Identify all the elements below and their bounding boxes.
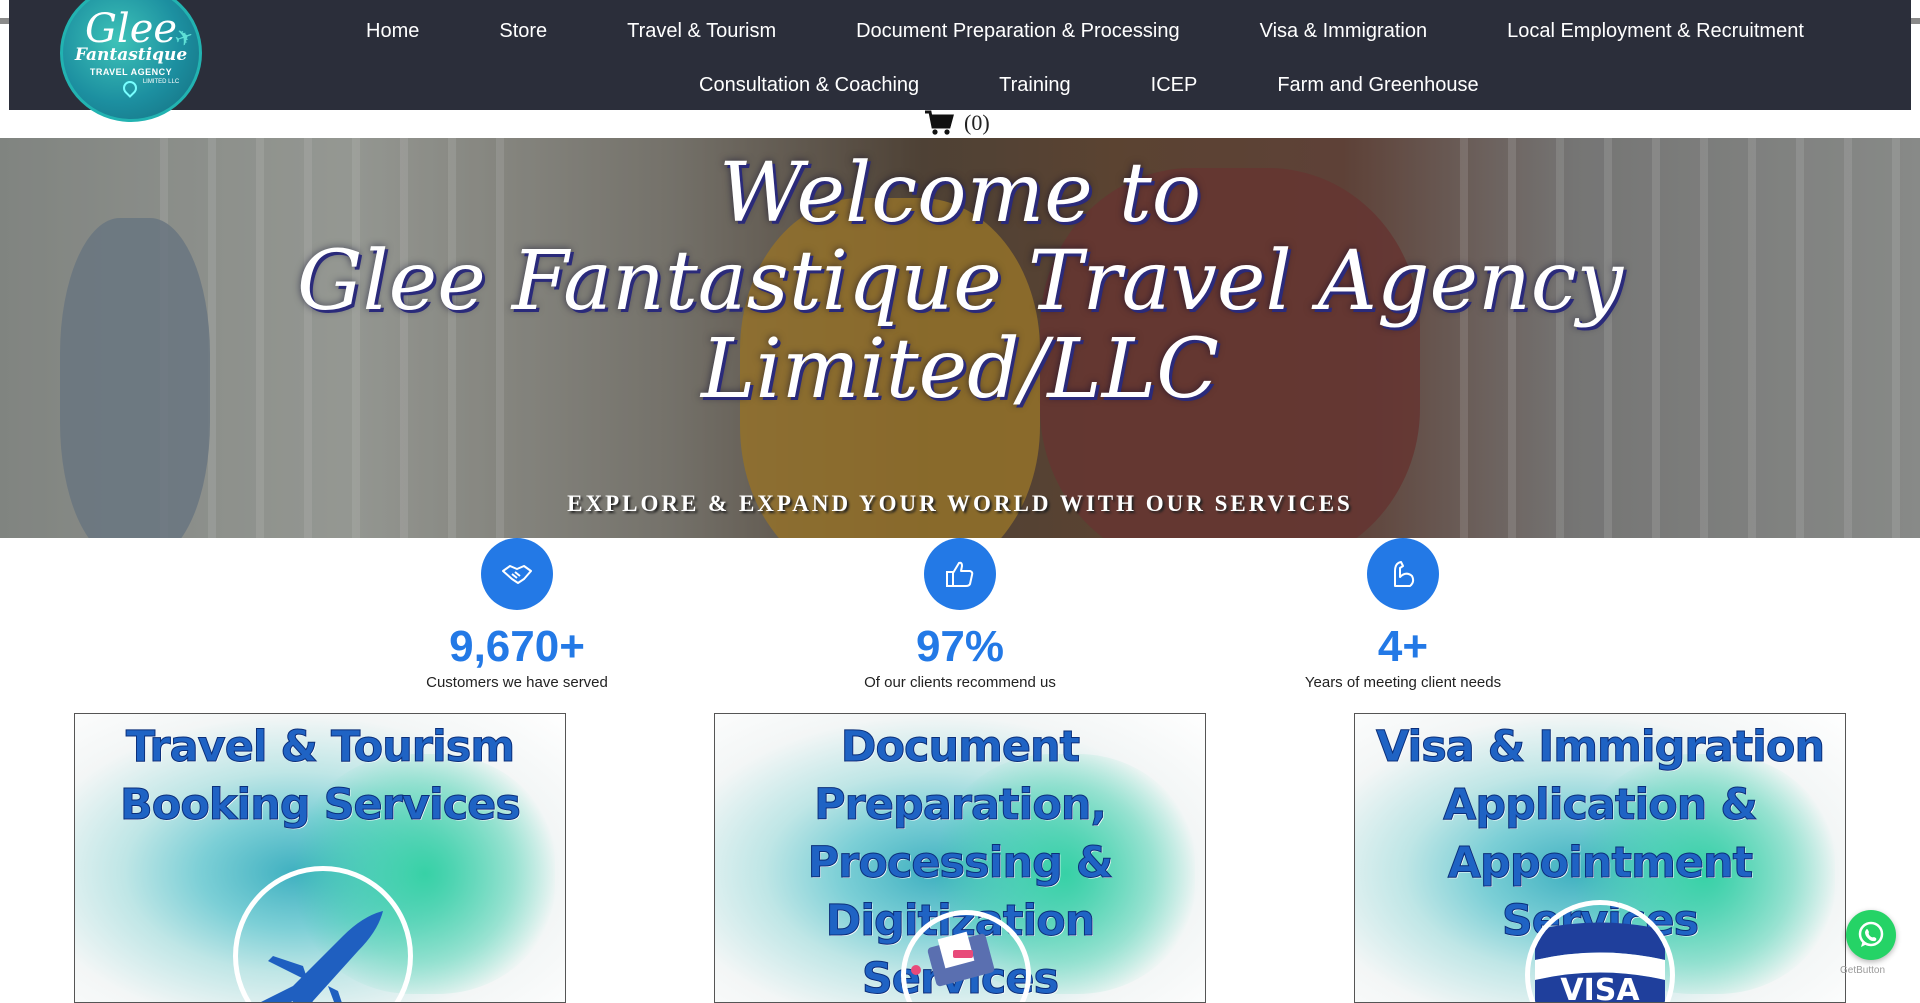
card-title-line2: Booking Services [120, 780, 522, 831]
service-card-documents[interactable]: Document Preparation, Processing & Digit… [714, 713, 1206, 1003]
cart-count: (0) [964, 110, 990, 135]
service-card-visa[interactable]: Visa & Immigration Application & Appoint… [1354, 713, 1846, 1003]
stat-customers: 9,670+ Customers we have served [367, 538, 667, 691]
nav-item-travel-tourism[interactable]: Travel & Tourism [627, 18, 776, 44]
nav-item-icep[interactable]: ICEP [1151, 72, 1198, 98]
stat-value: 4+ [1377, 622, 1429, 671]
service-card-travel[interactable]: Travel & Tourism Booking Services [74, 713, 566, 1003]
whatsapp-chat-button[interactable] [1846, 910, 1896, 960]
stat-years: 4+ Years of meeting client needs [1253, 538, 1553, 691]
getbutton-credit[interactable]: GetButton [1840, 965, 1885, 976]
card-title-line2: Application & Appointment [1443, 780, 1759, 889]
stat-caption: Of our clients recommend us [864, 674, 1056, 691]
cart-icon [925, 110, 954, 135]
handshake-icon [502, 565, 532, 584]
stat-badge [481, 538, 553, 610]
nav-row-primary: Home Store Travel & Tourism Document Pre… [366, 18, 1804, 44]
nav-item-store[interactable]: Store [499, 18, 547, 44]
nav-item-document-preparation[interactable]: Document Preparation & Processing [856, 18, 1180, 44]
hero-title-line2: Glee Fantastique Travel Agency [296, 234, 1624, 329]
card-title-line1: Document Preparation, [814, 722, 1108, 831]
card-title-line1: Travel & Tourism [125, 722, 515, 773]
stat-badge [924, 538, 996, 610]
nav-item-local-employment[interactable]: Local Employment & Recruitment [1507, 18, 1804, 44]
header-edge-right [1910, 18, 1920, 24]
hero-title-line3: Limited/LLC [701, 322, 1219, 417]
card-title-line1: Visa & Immigration [1375, 722, 1825, 773]
airplane-icon [261, 911, 383, 1002]
card-title: Travel & Tourism Booking Services [75, 718, 565, 834]
stat-caption: Customers we have served [426, 674, 608, 691]
nav-item-visa-immigration[interactable]: Visa & Immigration [1260, 18, 1427, 44]
nav-item-home[interactable]: Home [366, 18, 419, 44]
stat-badge [1367, 538, 1439, 610]
stat-value: 97% [915, 622, 1005, 671]
stat-caption: Years of meeting client needs [1304, 674, 1502, 691]
cart-button[interactable]: (0) [924, 110, 990, 136]
nav-item-consultation-coaching[interactable]: Consultation & Coaching [699, 72, 919, 98]
card-icon-ring [901, 910, 1031, 1002]
stat-value: 9,670+ [449, 622, 585, 671]
main-navigation: Home Store Travel & Tourism Document Pre… [9, 0, 1911, 110]
card-icon-ring [233, 866, 413, 1002]
stat-recommend: 97% Of our clients recommend us [810, 538, 1110, 691]
flag-visa-icon: VISA [1535, 922, 1665, 1003]
flexed-arm-icon [1394, 561, 1415, 587]
hero-banner: Welcome to Glee Fantastique Travel Agenc… [0, 138, 1920, 538]
nav-item-training[interactable]: Training [999, 72, 1071, 98]
logo-text-travel-agency: TRAVEL AGENCY [89, 67, 173, 77]
nav-row-secondary: Consultation & Coaching Training ICEP Fa… [699, 72, 1479, 98]
nav-item-farm-greenhouse[interactable]: Farm and Greenhouse [1277, 72, 1478, 98]
document-scanner-icon [911, 931, 995, 987]
hero-subtitle: EXPLORE & EXPAND YOUR WORLD WITH OUR SER… [567, 491, 1353, 516]
svg-text:VISA: VISA [1560, 973, 1640, 1003]
thumbs-up-icon [946, 561, 974, 587]
card-icon-ring: VISA [1525, 900, 1675, 1003]
hero-title-line1: Welcome to [718, 146, 1202, 241]
whatsapp-icon [1858, 921, 1884, 947]
